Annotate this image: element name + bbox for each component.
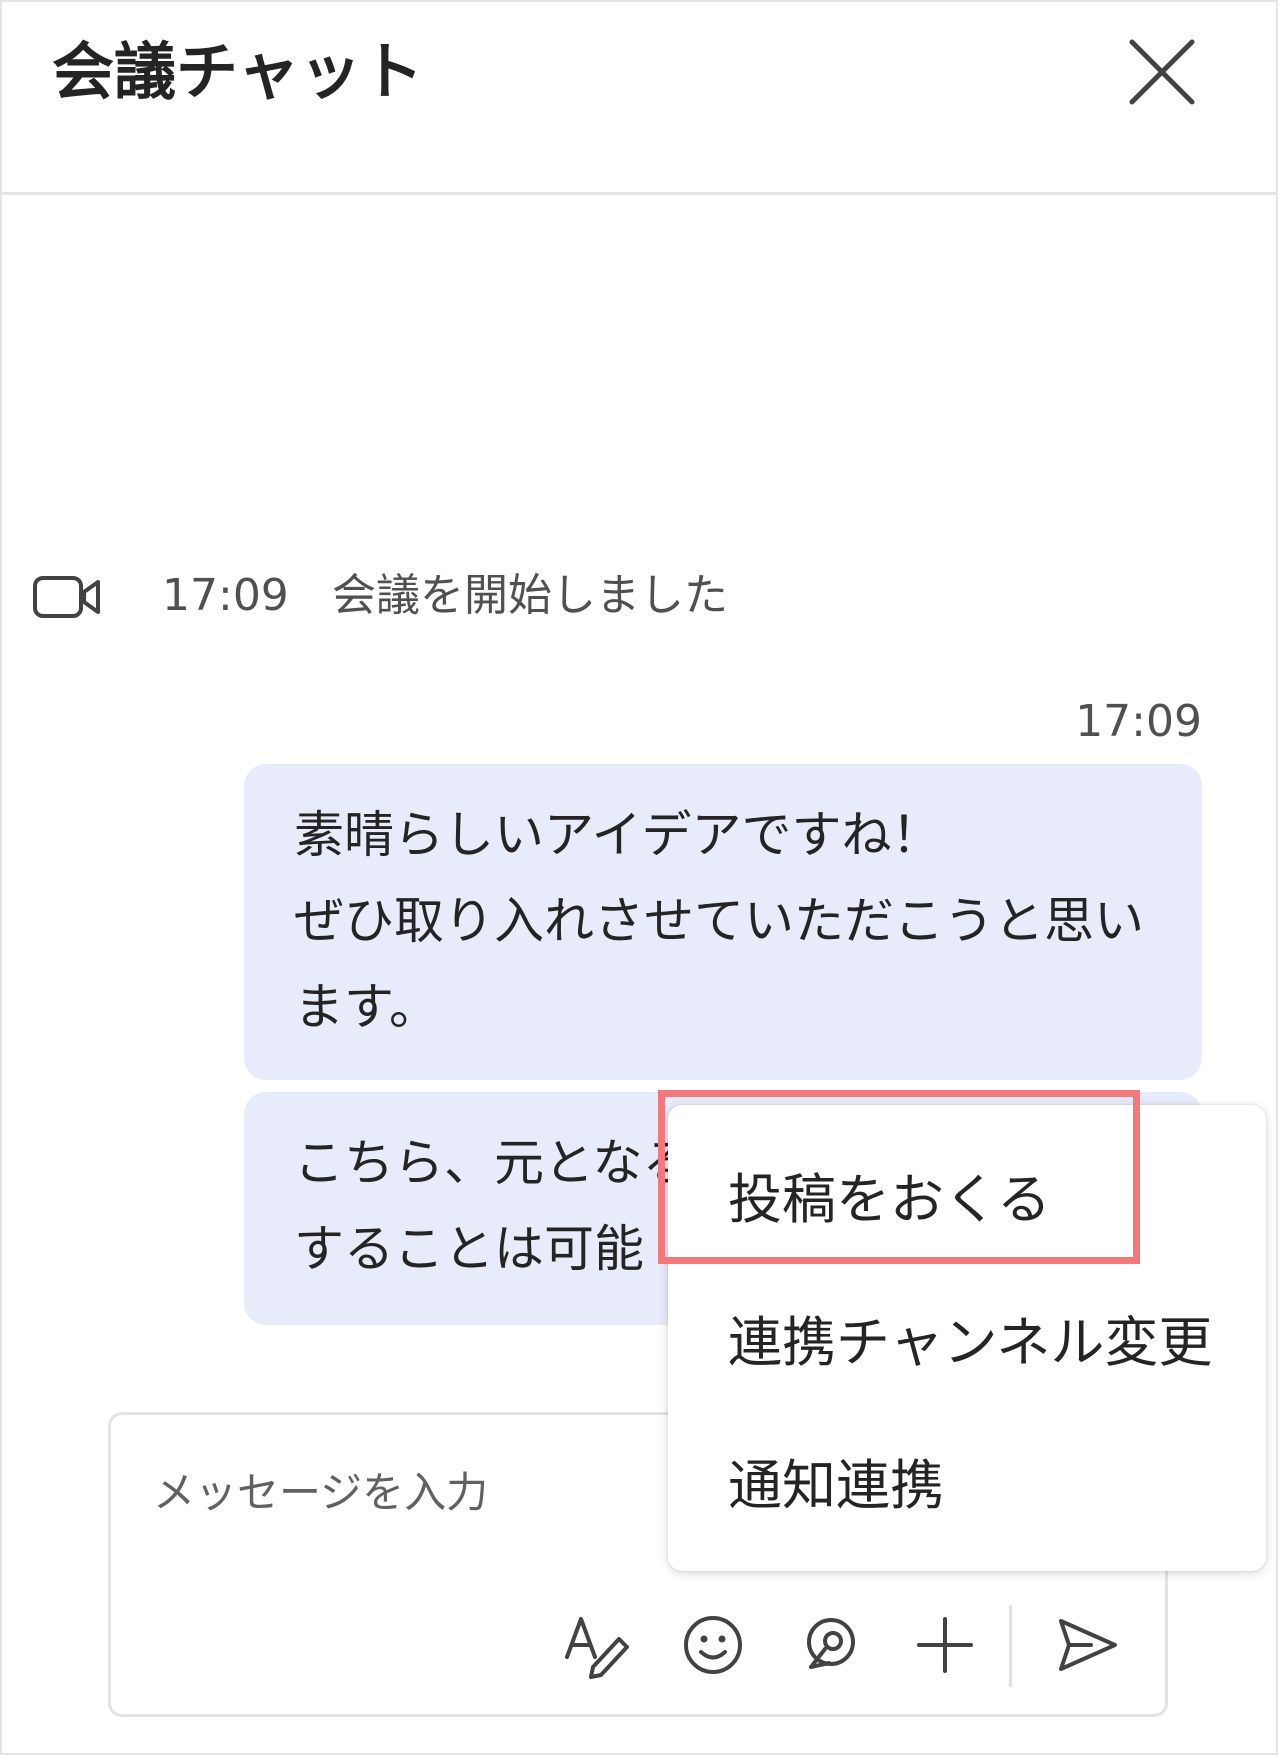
format-icon — [565, 1617, 629, 1679]
message-actions-menu: 投稿をおくる 連携チャンネル変更 通知連携 — [668, 1105, 1266, 1571]
send-icon — [1059, 1619, 1117, 1671]
add-button[interactable] — [905, 1605, 985, 1685]
chat-title: 会議チャット — [52, 35, 424, 108]
send-button[interactable] — [1047, 1605, 1127, 1685]
message-line: ます。 — [294, 978, 439, 1036]
format-button[interactable] — [557, 1605, 637, 1685]
loop-icon — [807, 1618, 855, 1669]
loop-button[interactable] — [789, 1605, 869, 1685]
toolbar-divider — [1009, 1605, 1012, 1687]
message-line: 素晴らしいアイデアですね！ — [294, 806, 942, 864]
message-line: ぜひ取り入れさせていただこうと思い — [294, 892, 1144, 950]
menu-item-notification-link[interactable]: 通知連携 — [728, 1446, 944, 1526]
message-timestamp: 17:09 — [1075, 696, 1202, 747]
video-camera-icon — [33, 576, 100, 618]
chat-header: 会議チャット — [2, 2, 1276, 195]
menu-item-send-post[interactable]: 投稿をおくる — [728, 1160, 1051, 1240]
chat-message-bubble[interactable]: 素晴らしいアイデアですね！ ぜひ取り入れさせていただこうと思い ます。 — [244, 764, 1202, 1080]
emoji-icon — [684, 1616, 742, 1674]
meeting-chat-panel: 会議チャット 17:09 会議を開始しました 17:09 素晴らしいアイデアです… — [2, 2, 1276, 1753]
meeting-started-row: 17:09 会議を開始しました — [32, 562, 1232, 632]
system-message-time: 17:09 — [162, 570, 289, 621]
plus-icon — [917, 1617, 973, 1673]
close-button[interactable] — [1122, 32, 1202, 112]
emoji-button[interactable] — [673, 1605, 753, 1685]
menu-item-change-linked-channel[interactable]: 連携チャンネル変更 — [728, 1303, 1212, 1383]
system-message-text: 会議を開始しました — [332, 570, 728, 621]
close-icon — [1129, 39, 1195, 105]
